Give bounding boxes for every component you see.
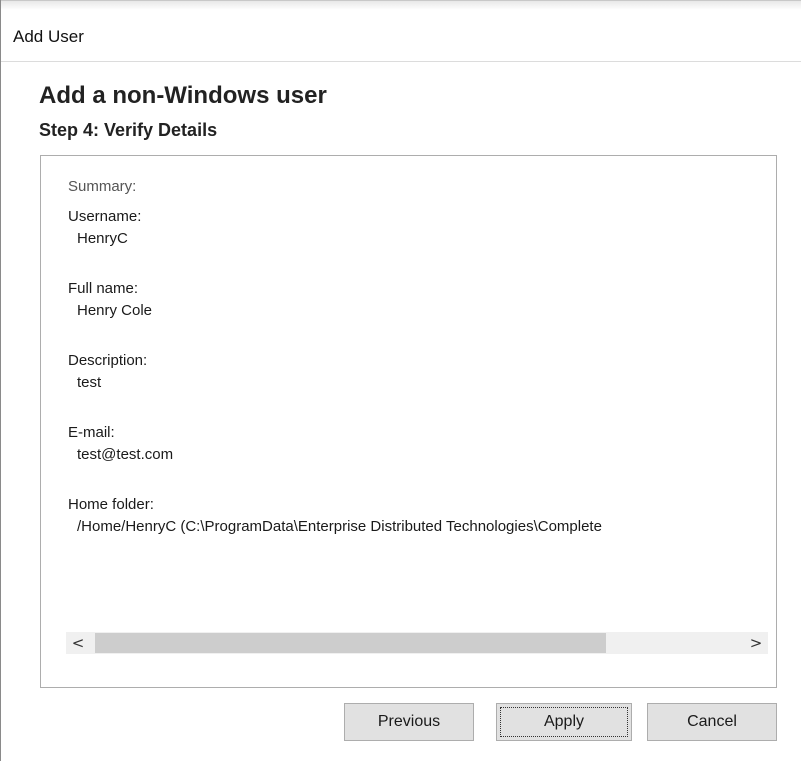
chevron-right-icon[interactable]: > <box>744 632 768 654</box>
scrollbar-thumb[interactable] <box>95 633 606 653</box>
previous-button-label: Previous <box>377 713 441 730</box>
email-value: test@test.com <box>77 446 174 463</box>
summary-panel: Summary: Username: HenryC Full name: Hen… <box>40 155 777 688</box>
horizontal-scrollbar[interactable]: < > <box>66 632 768 654</box>
email-label: E-mail: <box>68 424 115 441</box>
cancel-button[interactable]: Cancel <box>647 703 777 741</box>
full-name-label: Full name: <box>68 280 139 297</box>
home-folder-value: /Home/HenryC (C:\ProgramData\Enterprise … <box>77 518 602 535</box>
title-bar[interactable]: Add User <box>1 10 801 62</box>
summary-label: Summary: <box>68 178 137 195</box>
username-label: Username: <box>68 208 142 225</box>
username-value: HenryC <box>77 230 128 247</box>
previous-button[interactable]: Previous <box>344 703 474 741</box>
wizard-step-title: Step 4: Verify Details <box>39 120 218 140</box>
apply-button[interactable]: Apply <box>496 703 632 741</box>
home-folder-label: Home folder: <box>68 496 154 513</box>
focus-ring <box>500 707 628 737</box>
description-value: test <box>77 374 102 391</box>
cancel-button-label: Cancel <box>687 713 737 730</box>
description-label: Description: <box>68 352 148 369</box>
add-user-window: Add User Add a non-Windows user Step 4: … <box>0 0 801 761</box>
chevron-left-icon[interactable]: < <box>66 632 90 654</box>
window-top-edge <box>1 0 801 10</box>
full-name-value: Henry Cole <box>77 302 153 319</box>
wizard-heading: Add a non-Windows user <box>39 82 327 109</box>
window-title: Add User <box>13 27 84 46</box>
